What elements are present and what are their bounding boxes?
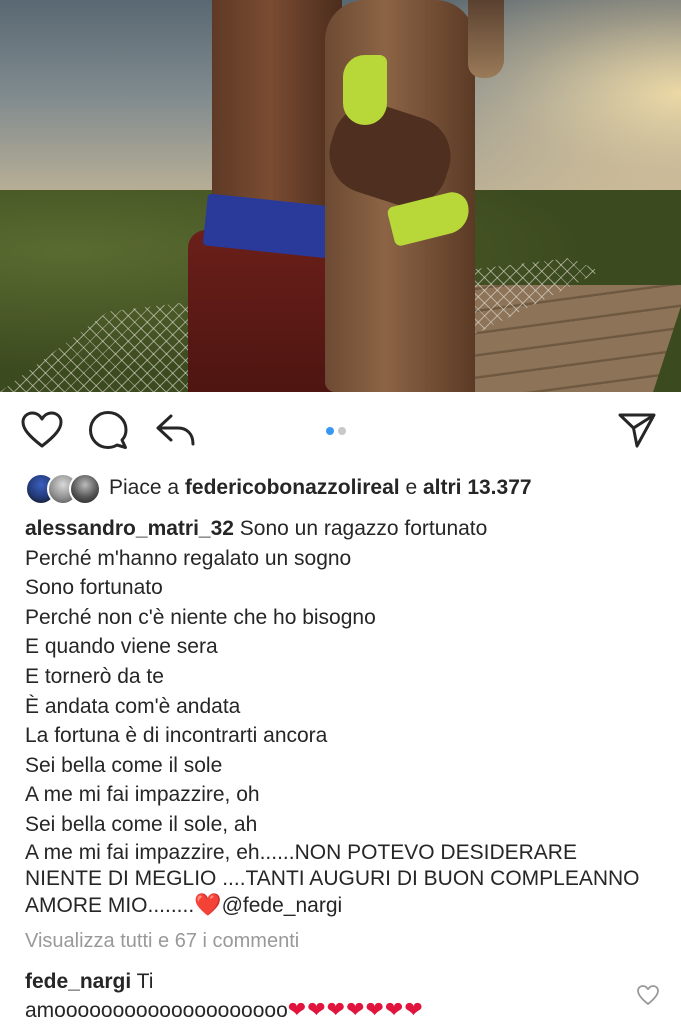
heart-emoji: ❤️	[194, 891, 222, 917]
comment-like-button[interactable]	[636, 984, 660, 1008]
caption-line: Sei bella come il sole, ah	[25, 812, 258, 836]
caption-line: Sei bella come il sole	[25, 753, 223, 777]
caption-line: E tornerò da te	[25, 664, 164, 688]
carousel-indicator	[326, 427, 346, 435]
caption-line: E quando viene sera	[25, 635, 218, 659]
caption-first-line: alessandro_matri_32 Sono un ragazzo fort…	[25, 514, 645, 544]
view-all-comments-link[interactable]: Visualizza tutti e 67 i commenti	[25, 930, 299, 953]
liker-username[interactable]: federicobonazzolireal	[185, 476, 400, 499]
reply-arrow-icon	[156, 414, 195, 446]
comment-button[interactable]	[85, 407, 131, 453]
likes-middle: e	[399, 476, 423, 499]
send-button[interactable]	[614, 407, 660, 453]
comment-bubble-icon	[89, 411, 128, 449]
comment-username[interactable]: fede_nargi	[25, 970, 131, 993]
likes-prefix: Piace a	[109, 476, 185, 499]
bikini-top	[343, 55, 387, 125]
top-comment: fede_nargi Ti amoooooooooooooooooooo❤❤❤❤…	[25, 968, 625, 1025]
comment-text-second: amoooooooooooooooooooo	[25, 999, 288, 1022]
caption-line: Sono fortunato	[25, 576, 163, 600]
caption-username[interactable]: alessandro_matri_32	[25, 517, 234, 540]
post-photo[interactable]	[0, 0, 681, 392]
share-button[interactable]	[152, 407, 198, 453]
caption-line: A me mi fai impazzire, oh	[25, 783, 260, 807]
caption-text: Sono un ragazzo fortunato	[233, 517, 488, 540]
heart-outline-icon	[21, 411, 63, 448]
carousel-dot-active	[326, 427, 334, 435]
caption-line: Perché m'hanno regalato un sogno	[25, 546, 352, 570]
caption-mention[interactable]: @fede_nargi	[222, 894, 343, 917]
comment-text-first: Ti	[131, 970, 154, 993]
paper-plane-icon	[618, 413, 656, 448]
liker-avatars	[25, 473, 101, 505]
comment-hearts: ❤❤❤❤❤❤❤	[287, 997, 424, 1022]
likes-others-count[interactable]: altri 13.377	[423, 476, 532, 499]
carousel-dot	[338, 427, 346, 435]
likes-summary[interactable]: Piace a federicobonazzolireal e altri 13…	[25, 472, 532, 505]
avatar	[69, 473, 101, 505]
post-action-bar	[0, 392, 681, 468]
caption-line: È andata com'è andata	[25, 694, 241, 718]
small-heart-outline-icon	[637, 985, 659, 1005]
caption-last-block: A me mi fai impazzire, eh......NON POTEV…	[25, 840, 645, 919]
caption-line: La fortuna è di incontrarti ancora	[25, 724, 328, 748]
post-caption: alessandro_matri_32 Sono un ragazzo fort…	[25, 514, 645, 919]
ponytail	[468, 0, 504, 78]
likes-text: Piace a federicobonazzolireal e altri 13…	[109, 476, 532, 500]
like-button[interactable]	[19, 407, 65, 453]
caption-line: Perché non c'è niente che ho bisogno	[25, 605, 376, 629]
